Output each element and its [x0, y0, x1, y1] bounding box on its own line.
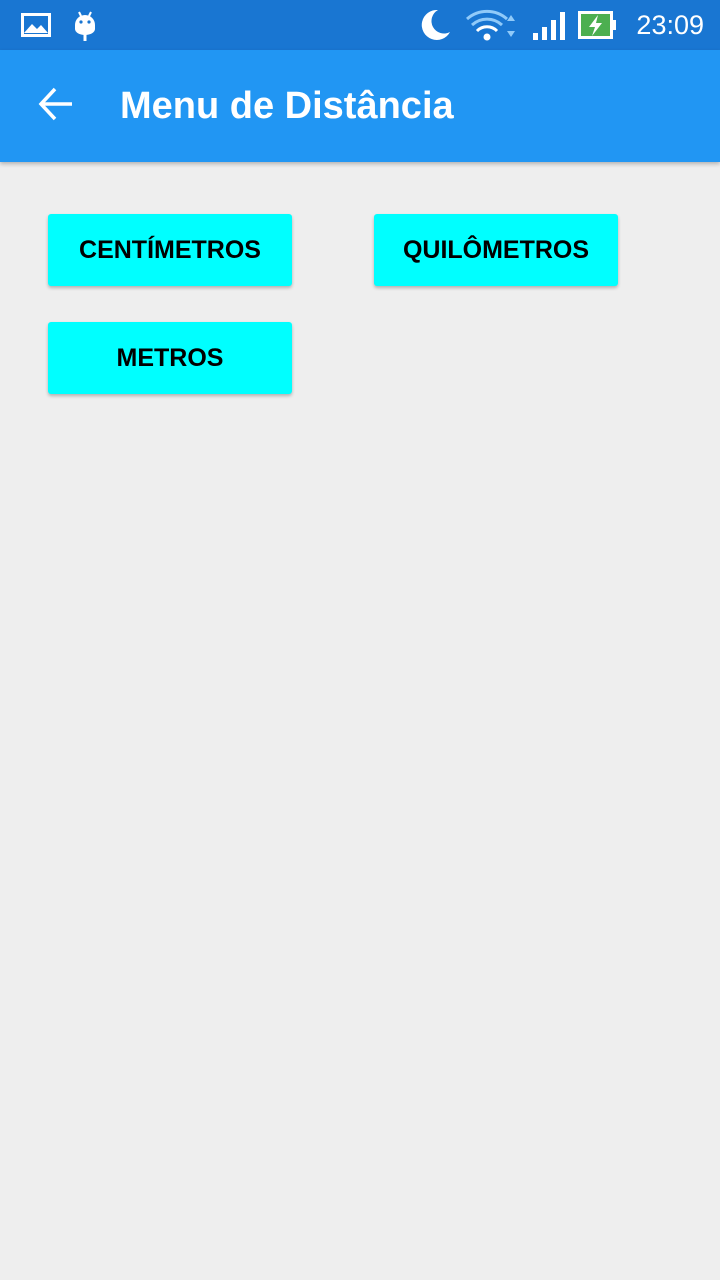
signal-icon	[530, 0, 568, 50]
quilometros-button[interactable]: QUILÔMETROS	[374, 214, 618, 286]
moon-icon	[416, 0, 454, 50]
page-title: Menu de Distância	[120, 85, 454, 127]
metros-button[interactable]: METROS	[48, 322, 292, 394]
app-bar: Menu de Distância	[0, 50, 720, 162]
battery-charging-icon	[578, 0, 618, 50]
wifi-icon	[464, 0, 522, 50]
back-button[interactable]	[22, 72, 90, 140]
status-bar: 23:09	[0, 0, 720, 50]
image-icon	[20, 0, 52, 50]
android-icon	[72, 0, 98, 50]
status-time: 23:09	[636, 10, 704, 40]
centimetros-button[interactable]: CENTÍMETROS	[48, 214, 292, 286]
arrow-back-icon	[38, 86, 74, 127]
